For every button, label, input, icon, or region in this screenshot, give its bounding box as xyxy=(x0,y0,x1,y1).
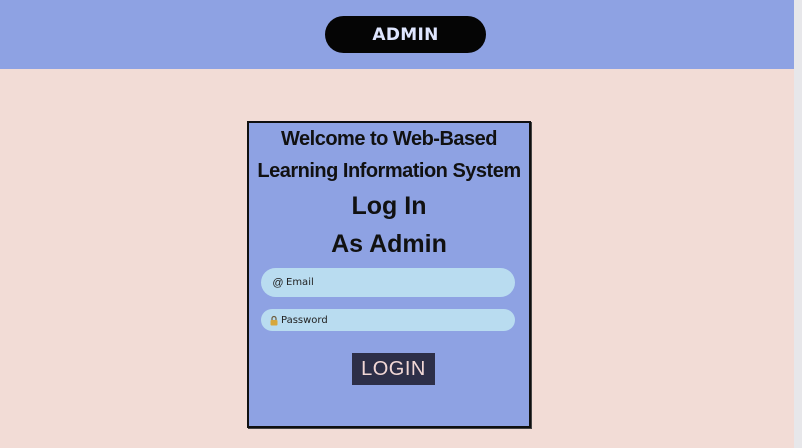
email-field[interactable]: @ xyxy=(261,268,515,297)
welcome-title: Welcome to Web-Based Learning Informatio… xyxy=(249,123,529,187)
top-header-bar: ADMIN xyxy=(0,0,794,69)
login-heading-line-1: Log In xyxy=(351,192,427,220)
welcome-title-line-2: Learning Information System xyxy=(257,160,521,182)
at-sign-icon: @ xyxy=(272,276,284,289)
login-button[interactable]: LOGIN xyxy=(352,353,435,385)
admin-badge[interactable]: ADMIN xyxy=(325,16,486,53)
login-card: Welcome to Web-Based Learning Informatio… xyxy=(247,121,531,428)
scrollbar-track[interactable] xyxy=(794,0,802,448)
lock-icon xyxy=(269,315,279,326)
login-heading-line-2: As Admin xyxy=(331,230,447,258)
password-field[interactable] xyxy=(261,309,515,331)
email-input[interactable] xyxy=(284,277,486,288)
welcome-title-line-1: Welcome to Web-Based xyxy=(281,128,497,150)
login-heading: Log In As Admin xyxy=(249,187,529,263)
password-input[interactable] xyxy=(279,314,481,326)
